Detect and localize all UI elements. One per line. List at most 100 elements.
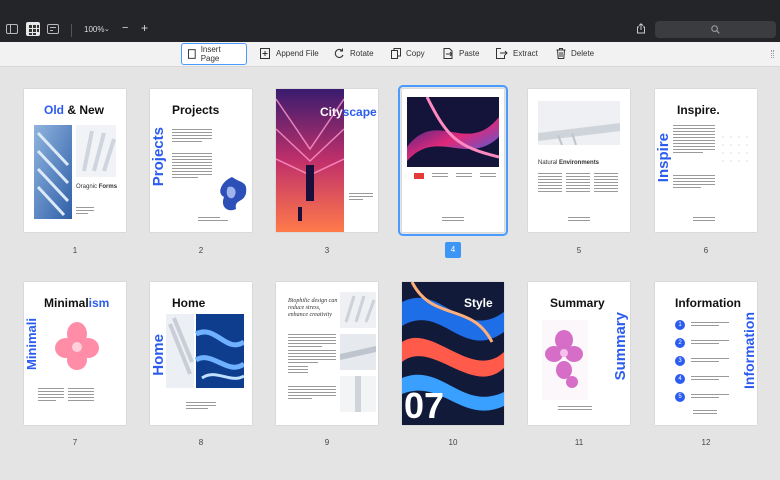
page-thumbnail[interactable]: Summary Summary [528,282,630,425]
text-block [693,410,717,416]
page-number: 10 [448,438,458,447]
text-block [68,388,94,403]
copy-button[interactable]: Copy [391,42,425,64]
zoom-level[interactable]: 100% [84,25,104,34]
paste-label: Paste [459,48,480,58]
paste-button[interactable]: Paste [443,42,479,64]
text-block [198,217,228,223]
copy-label: Copy [406,48,425,58]
logo-icon [414,173,424,179]
text-block [480,173,496,179]
page-title: Home [172,296,206,310]
vertical-title: Information [741,312,757,389]
architecture-photo-strip [340,292,376,412]
page-grid-view-icon[interactable] [26,22,40,36]
page-number: 8 [198,438,204,447]
text-block [558,406,592,412]
sidebar-toggle-icon[interactable] [6,24,18,34]
insert-page-button[interactable]: Insert Page [181,43,247,65]
vertical-title: Home [150,334,167,376]
rotate-icon [334,48,344,58]
page-number: 1 [72,246,78,255]
text-block [76,207,94,216]
zoom-in-button[interactable]: + [141,21,148,35]
extract-label: Extract [513,48,538,58]
page-number: 11 [574,438,584,447]
page-number: 2 [198,246,204,255]
page-thumbnail[interactable]: Old & New Oragnic Forms [24,89,126,232]
text-block [442,217,464,223]
page-number: 9 [324,438,330,447]
page-big-number: 07 [404,385,445,425]
extract-icon [496,47,508,59]
step-text [691,322,729,328]
text-block [288,334,336,349]
text-block [538,173,562,194]
rotate-button[interactable]: Rotate [334,42,374,64]
step-badge: 5 [675,392,685,402]
share-icon[interactable] [636,23,646,34]
text-block [693,217,715,223]
step-text [691,394,729,400]
page-number-selected: 4 [445,242,461,258]
window-titlebar: 100% ⌄ − + [0,0,780,42]
extract-button[interactable]: Extract [496,42,538,64]
page-thumbnail[interactable]: Projects Projects [150,89,252,232]
page-number: 6 [703,246,709,255]
vertical-title: Projects [150,127,167,187]
page-title: Projects [172,103,220,117]
pull-quote: Biophilic design can reduce stress, enha… [288,298,338,318]
text-block [288,366,308,375]
step-text [691,340,729,346]
text-block [594,173,618,194]
rotate-label: Rotate [350,48,374,58]
page-thumbnail[interactable]: Inspire. Inspire [655,89,757,232]
page-number: 5 [576,246,582,255]
step-text [691,376,729,382]
delete-label: Delete [571,48,595,58]
step-badge: 4 [675,374,685,384]
page-title: Information [675,296,741,310]
zoom-out-button[interactable]: − [122,22,128,34]
ink-splash-image [220,177,247,211]
page-thumbnail[interactable]: Information Information 1 2 3 4 5 [655,282,757,425]
zoom-dropdown-icon[interactable]: ⌄ [104,25,110,33]
page-number: 7 [72,438,78,447]
text-block [288,386,336,401]
page-title: Old & New [44,103,105,117]
vertical-title: Inspire [655,133,672,183]
edit-view-icon[interactable] [47,24,59,34]
page-thumbnail[interactable]: Style 07 [402,282,504,425]
page-toolbar: Insert Page Append File Rotate Copy Past… [0,42,780,67]
page-thumbnail-selected[interactable] [398,85,508,236]
text-block [673,125,715,155]
search-input[interactable] [655,21,776,38]
step-badge: 1 [675,320,685,330]
page-thumbnail[interactable]: Cityscape [276,89,378,232]
abstract-blue-image [166,314,244,388]
text-block [432,173,448,179]
page-thumbnail[interactable]: Natural Environments [528,89,630,232]
vertical-title: Summary [612,312,629,381]
page-thumbnail[interactable]: Minimalism Minimali [24,282,126,425]
text-block [568,217,590,223]
delete-button[interactable]: Delete [556,42,594,64]
page-thumbnail[interactable]: Biophilic design can reduce stress, enha… [276,282,378,425]
text-block [172,129,212,144]
orchid-image [542,320,588,400]
page-title: Summary [550,296,605,310]
toolbar-divider [71,24,72,37]
step-text [691,358,729,364]
toolbar-grip-icon[interactable] [771,50,774,58]
trash-icon [556,47,566,59]
page-number: 3 [324,246,330,255]
text-block [456,173,472,179]
text-block [288,350,336,365]
step-badge: 3 [675,356,685,366]
append-file-button[interactable]: Append File [260,42,319,64]
search-icon [711,25,720,34]
insert-page-label: Insert Page [200,45,221,63]
page-thumbnail[interactable]: Home Home [150,282,252,425]
vertical-title: Minimali [24,318,39,371]
text-block [186,402,216,411]
